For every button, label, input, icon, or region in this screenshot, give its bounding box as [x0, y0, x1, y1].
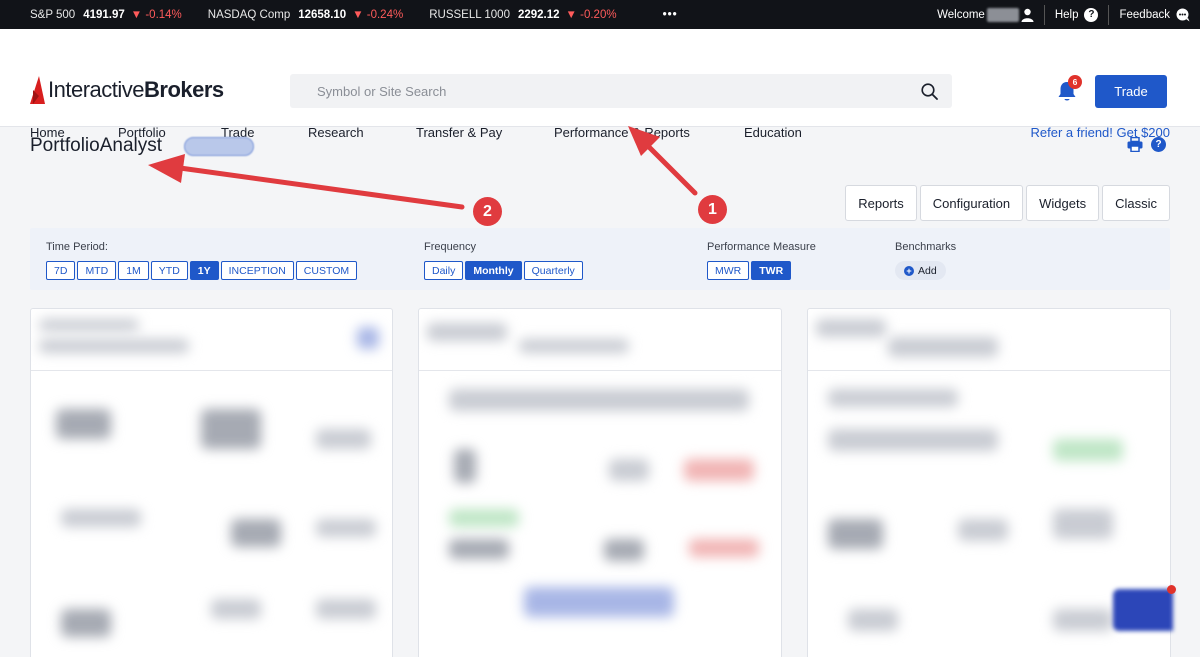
benchmarks-group: Benchmarks + Add	[895, 241, 956, 280]
time-custom[interactable]: CUSTOM	[295, 261, 358, 280]
ticker-value: 4191.97	[83, 8, 125, 21]
question-icon: ?	[1084, 7, 1099, 22]
notification-count-badge: 6	[1068, 75, 1082, 89]
widget-card-2	[418, 308, 782, 657]
chat-unread-dot	[1167, 585, 1176, 594]
time-period-label: Time Period:	[46, 241, 108, 253]
logo-text-interactive: Interactive	[48, 77, 145, 102]
benchmarks-label: Benchmarks	[895, 241, 957, 253]
help-link[interactable]: Help ?	[1045, 0, 1109, 29]
ticker-change-value: -0.14%	[145, 8, 182, 21]
ticker-change-value: -0.20%	[580, 8, 617, 21]
feedback-chat-icon	[1176, 8, 1190, 21]
nav-transfer-pay[interactable]: Transfer & Pay	[416, 125, 554, 140]
freq-monthly[interactable]: Monthly	[465, 261, 522, 280]
logo-flame-icon	[30, 76, 45, 104]
filter-bar: Time Period: 7D MTD 1M YTD 1Y INCEPTION …	[30, 228, 1170, 290]
freq-quarterly[interactable]: Quarterly	[523, 261, 583, 280]
site-header: InteractiveBrokers 6 Trade Home Portfoli…	[0, 29, 1200, 140]
arrow-1-shaft	[643, 141, 698, 196]
frequency-label: Frequency	[424, 241, 476, 253]
time-ytd[interactable]: YTD	[150, 261, 188, 280]
measure-twr[interactable]: TWR	[751, 261, 792, 280]
measure-mwr[interactable]: MWR	[707, 261, 750, 280]
nav-education[interactable]: Education	[744, 125, 802, 140]
plus-icon: +	[904, 265, 914, 276]
nav-research[interactable]: Research	[308, 125, 416, 140]
ticker-value: 12658.10	[298, 8, 347, 21]
ticker-change: ▼ -0.24%	[352, 8, 404, 21]
notifications-button[interactable]: 6	[1056, 75, 1082, 103]
welcome-user[interactable]: Welcome	[927, 0, 1044, 29]
ticker-name: NASDAQ Comp	[207, 8, 291, 21]
chat-launcher-button[interactable]	[1113, 589, 1173, 631]
tab-classic[interactable]: Classic	[1102, 185, 1170, 221]
trade-button[interactable]: Trade	[1095, 75, 1167, 108]
time-1m[interactable]: 1M	[118, 261, 149, 280]
ticker-change: ▼ -0.14%	[130, 8, 182, 21]
tab-reports[interactable]: Reports	[845, 185, 917, 221]
feedback-label: Feedback	[1119, 8, 1170, 21]
arrow-2-shaft	[177, 165, 465, 210]
annotation-marker-2: 2	[473, 197, 502, 226]
ticker-more-button[interactable]: •••	[663, 9, 678, 21]
frequency-group: Frequency Daily Monthly Quarterly	[424, 241, 585, 280]
user-icon	[1021, 8, 1034, 22]
widget-card-header	[31, 309, 392, 371]
tab-configuration[interactable]: Configuration	[919, 185, 1024, 221]
search-input[interactable]	[317, 83, 921, 99]
view-tabs: Reports Configuration Widgets Classic	[842, 185, 1170, 221]
help-label: Help	[1054, 8, 1079, 21]
widget-card-1	[30, 308, 393, 657]
nav-performance-reports[interactable]: Performance & Reports	[554, 125, 744, 140]
refer-friend-link[interactable]: Refer a friend! Get $200	[1031, 125, 1170, 140]
welcome-label: Welcome	[937, 8, 985, 21]
interactive-brokers-logo[interactable]: InteractiveBrokers	[30, 76, 224, 104]
ticker-change-value: -0.24%	[366, 8, 404, 21]
performance-measure-label: Performance Measure	[707, 241, 816, 253]
arrow-2-head	[148, 154, 185, 183]
ticker-sp500[interactable]: S&P 500 4191.97 ▼ -0.14%	[30, 9, 182, 21]
ticker-value: 2292.12	[517, 8, 560, 21]
site-search[interactable]	[290, 74, 952, 108]
page-title: PortfolioAnalyst	[30, 135, 163, 156]
add-benchmark-button[interactable]: + Add	[895, 261, 946, 280]
print-icon[interactable]	[1127, 137, 1143, 152]
add-benchmark-label: Add	[918, 264, 937, 277]
search-icon[interactable]	[921, 82, 938, 100]
tab-widgets[interactable]: Widgets	[1026, 185, 1100, 221]
time-1y[interactable]: 1Y	[189, 261, 219, 280]
widget-card-header	[808, 309, 1170, 371]
ticker-name: RUSSELL 1000	[429, 8, 510, 21]
ticker-name: S&P 500	[30, 8, 76, 21]
time-7d[interactable]: 7D	[46, 261, 76, 280]
annotation-marker-1: 1	[698, 195, 727, 224]
widget-card-header	[419, 309, 781, 371]
account-selector[interactable]	[184, 137, 254, 156]
redacted-username	[986, 7, 1019, 22]
ticker-change: ▼ -0.20%	[565, 8, 617, 21]
top-utility-bar: Welcome Help ? Feedback	[927, 0, 1200, 29]
market-ticker-bar: S&P 500 4191.97 ▼ -0.14% NASDAQ Comp 126…	[0, 0, 1200, 29]
ticker-russell[interactable]: RUSSELL 1000 2292.12 ▼ -0.20%	[429, 9, 616, 21]
time-period-group: Time Period: 7D MTD 1M YTD 1Y INCEPTION …	[46, 241, 359, 280]
time-inception[interactable]: INCEPTION	[220, 261, 294, 280]
freq-daily[interactable]: Daily	[424, 261, 464, 280]
performance-measure-group: Performance Measure MWR TWR	[707, 241, 816, 280]
feedback-link[interactable]: Feedback	[1109, 0, 1200, 29]
ticker-nasdaq[interactable]: NASDAQ Comp 12658.10 ▼ -0.24%	[208, 9, 403, 21]
help-icon[interactable]: ?	[1151, 137, 1166, 152]
time-mtd[interactable]: MTD	[77, 261, 117, 280]
logo-text-brokers: Brokers	[144, 77, 224, 102]
